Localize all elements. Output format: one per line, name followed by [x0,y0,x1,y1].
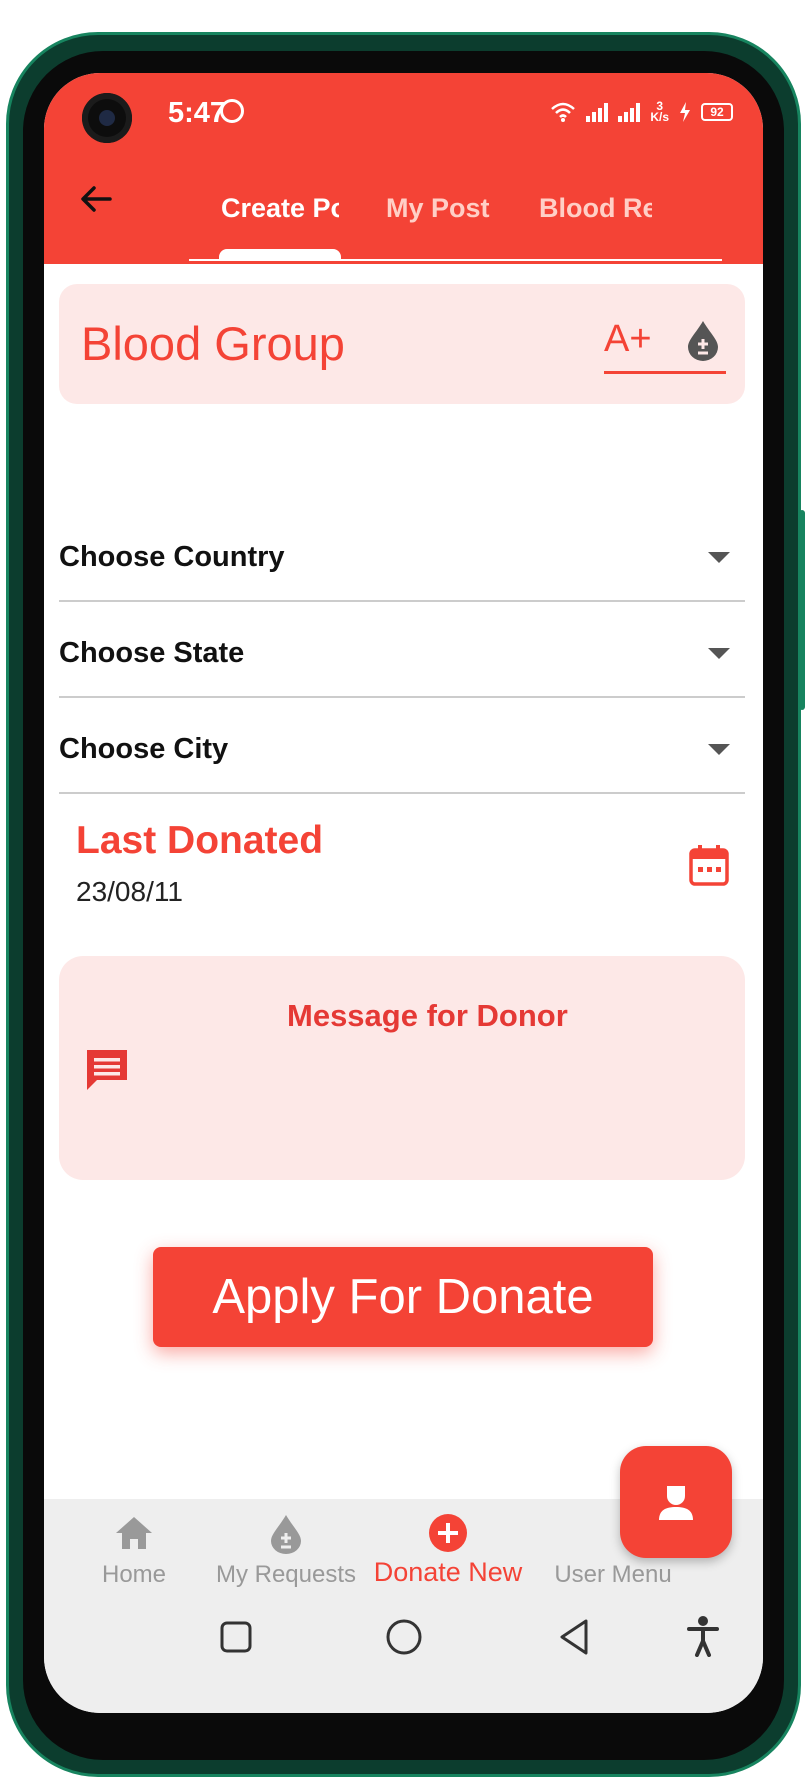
blood-group-value[interactable]: A+ [604,318,652,361]
last-donated-date: 23/08/11 [76,876,183,907]
recent-apps-icon[interactable] [218,1619,254,1655]
apply-for-donate-button[interactable]: Apply For Donate [153,1247,653,1347]
country-dropdown[interactable]: Choose Country [59,508,745,602]
blood-drop-icon [271,1515,301,1554]
tab-my-post[interactable]: My Post [386,193,490,224]
accessibility-icon[interactable] [685,1615,721,1657]
status-icons: 3 K/s 92 [550,100,733,124]
network-speed-unit: K/s [650,110,669,124]
app-header: 5:47 3 K/s 92 Create Po My Post Blood Re [44,73,763,264]
status-time: 5:47 [168,97,227,129]
nav-donate-new[interactable]: Donate New [358,1511,538,1588]
blood-group-label: Blood Group [81,317,345,370]
nav-donate-new-label: Donate New [373,1557,523,1587]
signal-icon-2 [618,102,641,122]
state-dropdown[interactable]: Choose State [59,604,745,698]
tab-create-post[interactable]: Create Post [221,193,339,224]
user-icon [659,1486,693,1520]
back-arrow-icon[interactable] [76,179,116,219]
tab-blood-requests[interactable]: Blood Requests [539,193,652,224]
nav-user-menu-label: User Menu [554,1561,672,1588]
caret-down-icon [708,648,730,659]
wifi-icon [551,102,576,122]
blood-group-card[interactable]: Blood Group A+ [59,284,745,404]
message-label: Message for Donor [287,998,568,1033]
blood-drop-icon [688,321,718,361]
battery-icon: 92 [701,103,733,121]
blood-group-underline [604,371,726,374]
caret-down-icon [708,552,730,563]
home-system-icon[interactable] [384,1617,424,1657]
back-system-icon[interactable] [556,1617,592,1657]
signal-icon-1 [586,102,609,122]
app-screen: 5:47 3 K/s 92 Create Po My Post Blood Re… [44,73,763,1713]
city-dropdown[interactable]: Choose City [59,700,745,794]
add-circle-icon [429,1514,467,1552]
charging-icon [680,102,690,122]
power-button [799,510,805,710]
user-menu-fab[interactable] [620,1446,732,1558]
city-dropdown-label: Choose City [59,733,229,765]
tab-bar: Create Post My Post Blood Requests [189,173,722,264]
country-dropdown-label: Choose Country [59,541,285,573]
caret-down-icon [708,744,730,755]
tab-indicator [219,249,341,261]
nav-my-requests[interactable]: My Requests [196,1511,376,1589]
home-icon [116,1517,152,1549]
front-camera [82,93,132,143]
message-icon [87,1050,127,1090]
message-input[interactable]: Message for Donor [59,956,745,1180]
calendar-icon[interactable] [688,843,730,887]
alarm-icon [220,99,244,123]
network-speed: 3 K/s [650,100,669,124]
state-dropdown-label: Choose State [59,637,245,669]
nav-my-requests-label: My Requests [215,1561,357,1588]
last-donated-label: Last Donated [76,819,324,862]
